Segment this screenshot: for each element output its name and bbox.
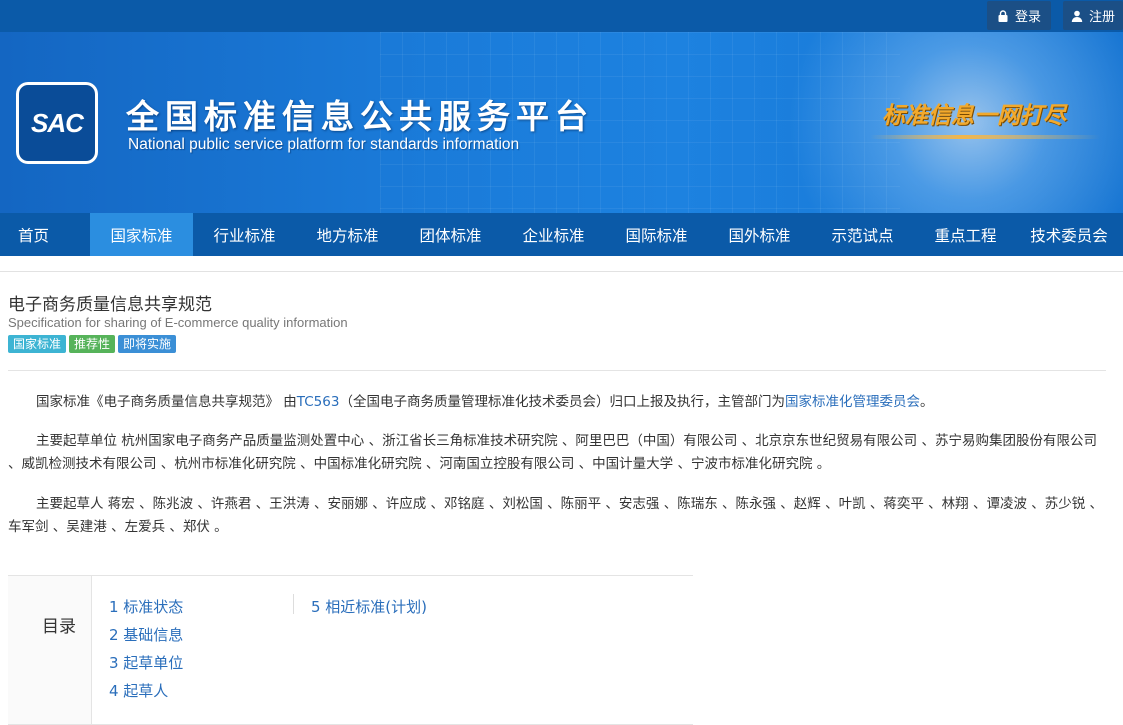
nav-item-industry-standards[interactable]: 行业标准 [193, 213, 296, 256]
nav-item-pilot-demo[interactable]: 示范试点 [811, 213, 914, 256]
site-title: 全国标准信息公共服务平台 [126, 97, 594, 136]
authority-link[interactable]: 国家标准化管理委员会 [785, 394, 920, 410]
toc-item-similar-standards[interactable]: 5 相近标准(计划) [311, 596, 427, 617]
p1-suffix: 。 [919, 394, 934, 410]
toc-item-status[interactable]: 1 标准状态 [109, 596, 183, 617]
description-governance: 国家标准《电子商务质量信息共享规范》 由TC563（全国电子商务质量管理标准化技… [8, 391, 1106, 414]
toc-label: 目录 [42, 617, 76, 637]
p1-prefix: 国家标准《电子商务质量信息共享规范》 由 [36, 394, 297, 410]
logo-text: SAC [31, 107, 84, 138]
register-label: 注册 [1088, 10, 1115, 25]
nav-item-local-standards[interactable]: 地方标准 [296, 213, 399, 256]
sac-logo[interactable]: SAC [16, 82, 98, 164]
divider [0, 271, 1123, 272]
p1-middle: （全国电子商务质量管理标准化技术委员会）归口上报及执行，主管部门为 [339, 394, 785, 410]
badge-upcoming: 即将实施 [118, 335, 177, 353]
site-subtitle: National public service platform for sta… [128, 136, 520, 153]
description-drafters: 主要起草人 蒋宏 、陈兆波 、许燕君 、王洪涛 、安丽娜 、许应成 、邓铭庭 、… [8, 496, 1104, 535]
standard-title-en: Specification for sharing of E-commerce … [8, 315, 348, 330]
nav-item-key-projects[interactable]: 重点工程 [914, 213, 1017, 256]
login-label: 登录 [1014, 10, 1041, 25]
login-button[interactable]: 登录 [987, 1, 1051, 30]
nav-item-group-standards[interactable]: 团体标准 [399, 213, 502, 256]
nav-item-enterprise-standards[interactable]: 企业标准 [502, 213, 605, 256]
toc-column-divider [293, 594, 294, 614]
slogan: 标准信息一网打尽 [882, 102, 1066, 129]
register-button[interactable]: 注册 [1063, 1, 1123, 30]
top-bar: 登录 注册 [0, 0, 1123, 32]
description-drafting-units: 主要起草单位 杭州国家电子商务产品质量监测处置中心 、浙江省长三角标准技术研究院… [8, 433, 1097, 472]
toc-item-basic-info[interactable]: 2 基础信息 [109, 624, 183, 645]
slogan-underline [870, 135, 1100, 139]
user-icon [1071, 10, 1083, 22]
standard-badges: 国家标准 推荐性 即将实施 [8, 335, 177, 353]
nav-item-foreign-standards[interactable]: 国外标准 [708, 213, 811, 256]
lock-icon [998, 9, 1008, 22]
divider [8, 370, 1106, 371]
standard-title: 电子商务质量信息共享规范 [8, 295, 212, 315]
nav-item-national-standards[interactable]: 国家标准 [90, 213, 193, 256]
toc-label-column: 目录 [8, 576, 92, 724]
nav-item-tech-committees[interactable]: 技术委员会 [1017, 213, 1121, 256]
toc-item-drafting-units[interactable]: 3 起草单位 [109, 652, 183, 673]
badge-recommended: 推荐性 [69, 335, 116, 353]
nav-item-home[interactable]: 首页 [0, 213, 90, 256]
table-of-contents: 目录 1 标准状态 2 基础信息 3 起草单位 4 起草人 5 相近标准(计划) [8, 575, 693, 725]
badge-national-standard: 国家标准 [8, 335, 67, 353]
nav-item-international-standards[interactable]: 国际标准 [605, 213, 708, 256]
tc-link[interactable]: TC563 [297, 394, 340, 410]
site-banner: SAC 全国标准信息公共服务平台 National public service… [0, 32, 1123, 213]
main-nav: 首页 国家标准 行业标准 地方标准 团体标准 企业标准 国际标准 国外标准 示范… [0, 213, 1123, 256]
toc-item-drafters[interactable]: 4 起草人 [109, 680, 168, 701]
